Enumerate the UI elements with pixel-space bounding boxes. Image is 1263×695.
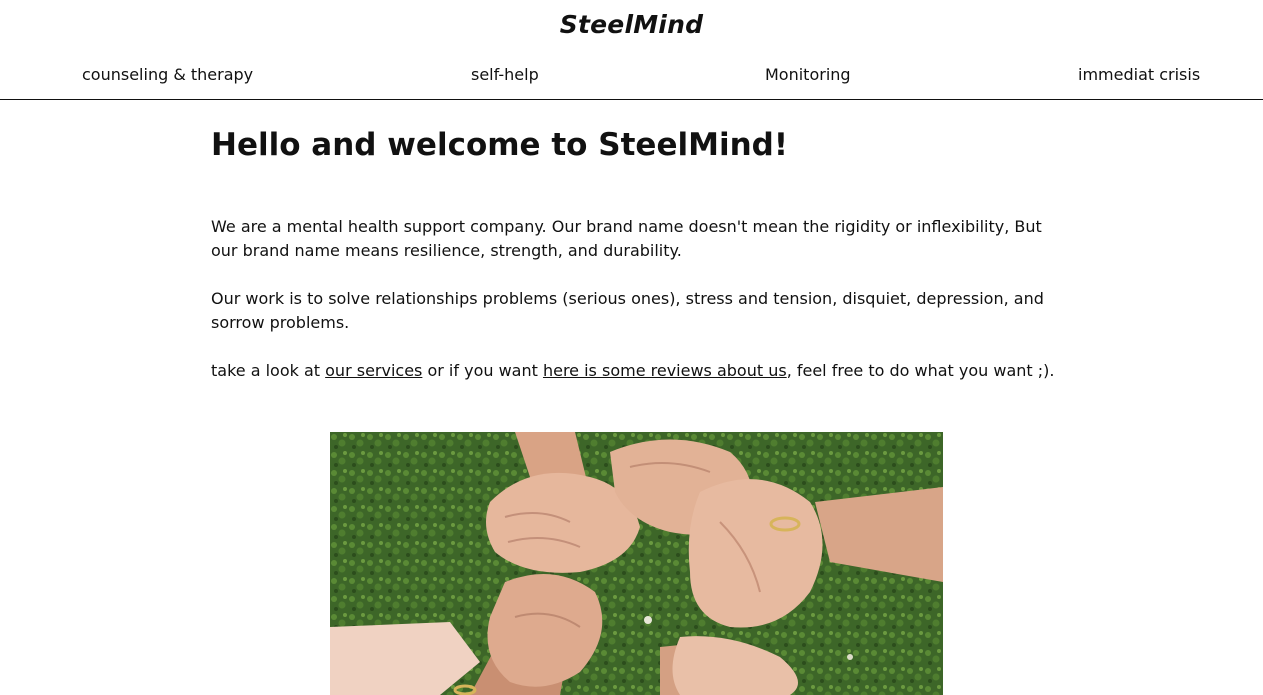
intro-paragraph: We are a mental health support company. …	[211, 217, 1042, 260]
main-content: Hello and welcome to SteelMind! We are a…	[211, 100, 1071, 383]
nav-item-self-help[interactable]: self-help	[471, 64, 539, 86]
hands-illustration	[330, 432, 943, 695]
links-text-before: take a look at	[211, 361, 326, 380]
brand-logo-text[interactable]: SteelMind	[0, 10, 1263, 39]
links-paragraph: take a look at our services or if you wa…	[211, 359, 1071, 383]
reviews-link[interactable]: here is some reviews about us	[543, 361, 787, 380]
links-text-after: , feel free to do what you want ;).	[786, 361, 1055, 380]
our-services-link[interactable]: our services	[325, 361, 422, 380]
nav-item-monitoring[interactable]: Monitoring	[765, 64, 851, 86]
services-paragraph: Our work is to solve relationships probl…	[211, 289, 1044, 332]
nav-item-counseling-therapy[interactable]: counseling & therapy	[82, 64, 253, 86]
page-title: Hello and welcome to SteelMind!	[211, 127, 788, 163]
links-text-middle: or if you want	[422, 361, 543, 380]
nav-item-immediate-crisis[interactable]: immediat crisis	[1078, 64, 1200, 86]
site-header: SteelMind counseling & therapy self-help…	[0, 0, 1263, 100]
main-nav: counseling & therapy self-help Monitorin…	[0, 64, 1263, 88]
hero-image-joined-hands	[330, 432, 943, 695]
